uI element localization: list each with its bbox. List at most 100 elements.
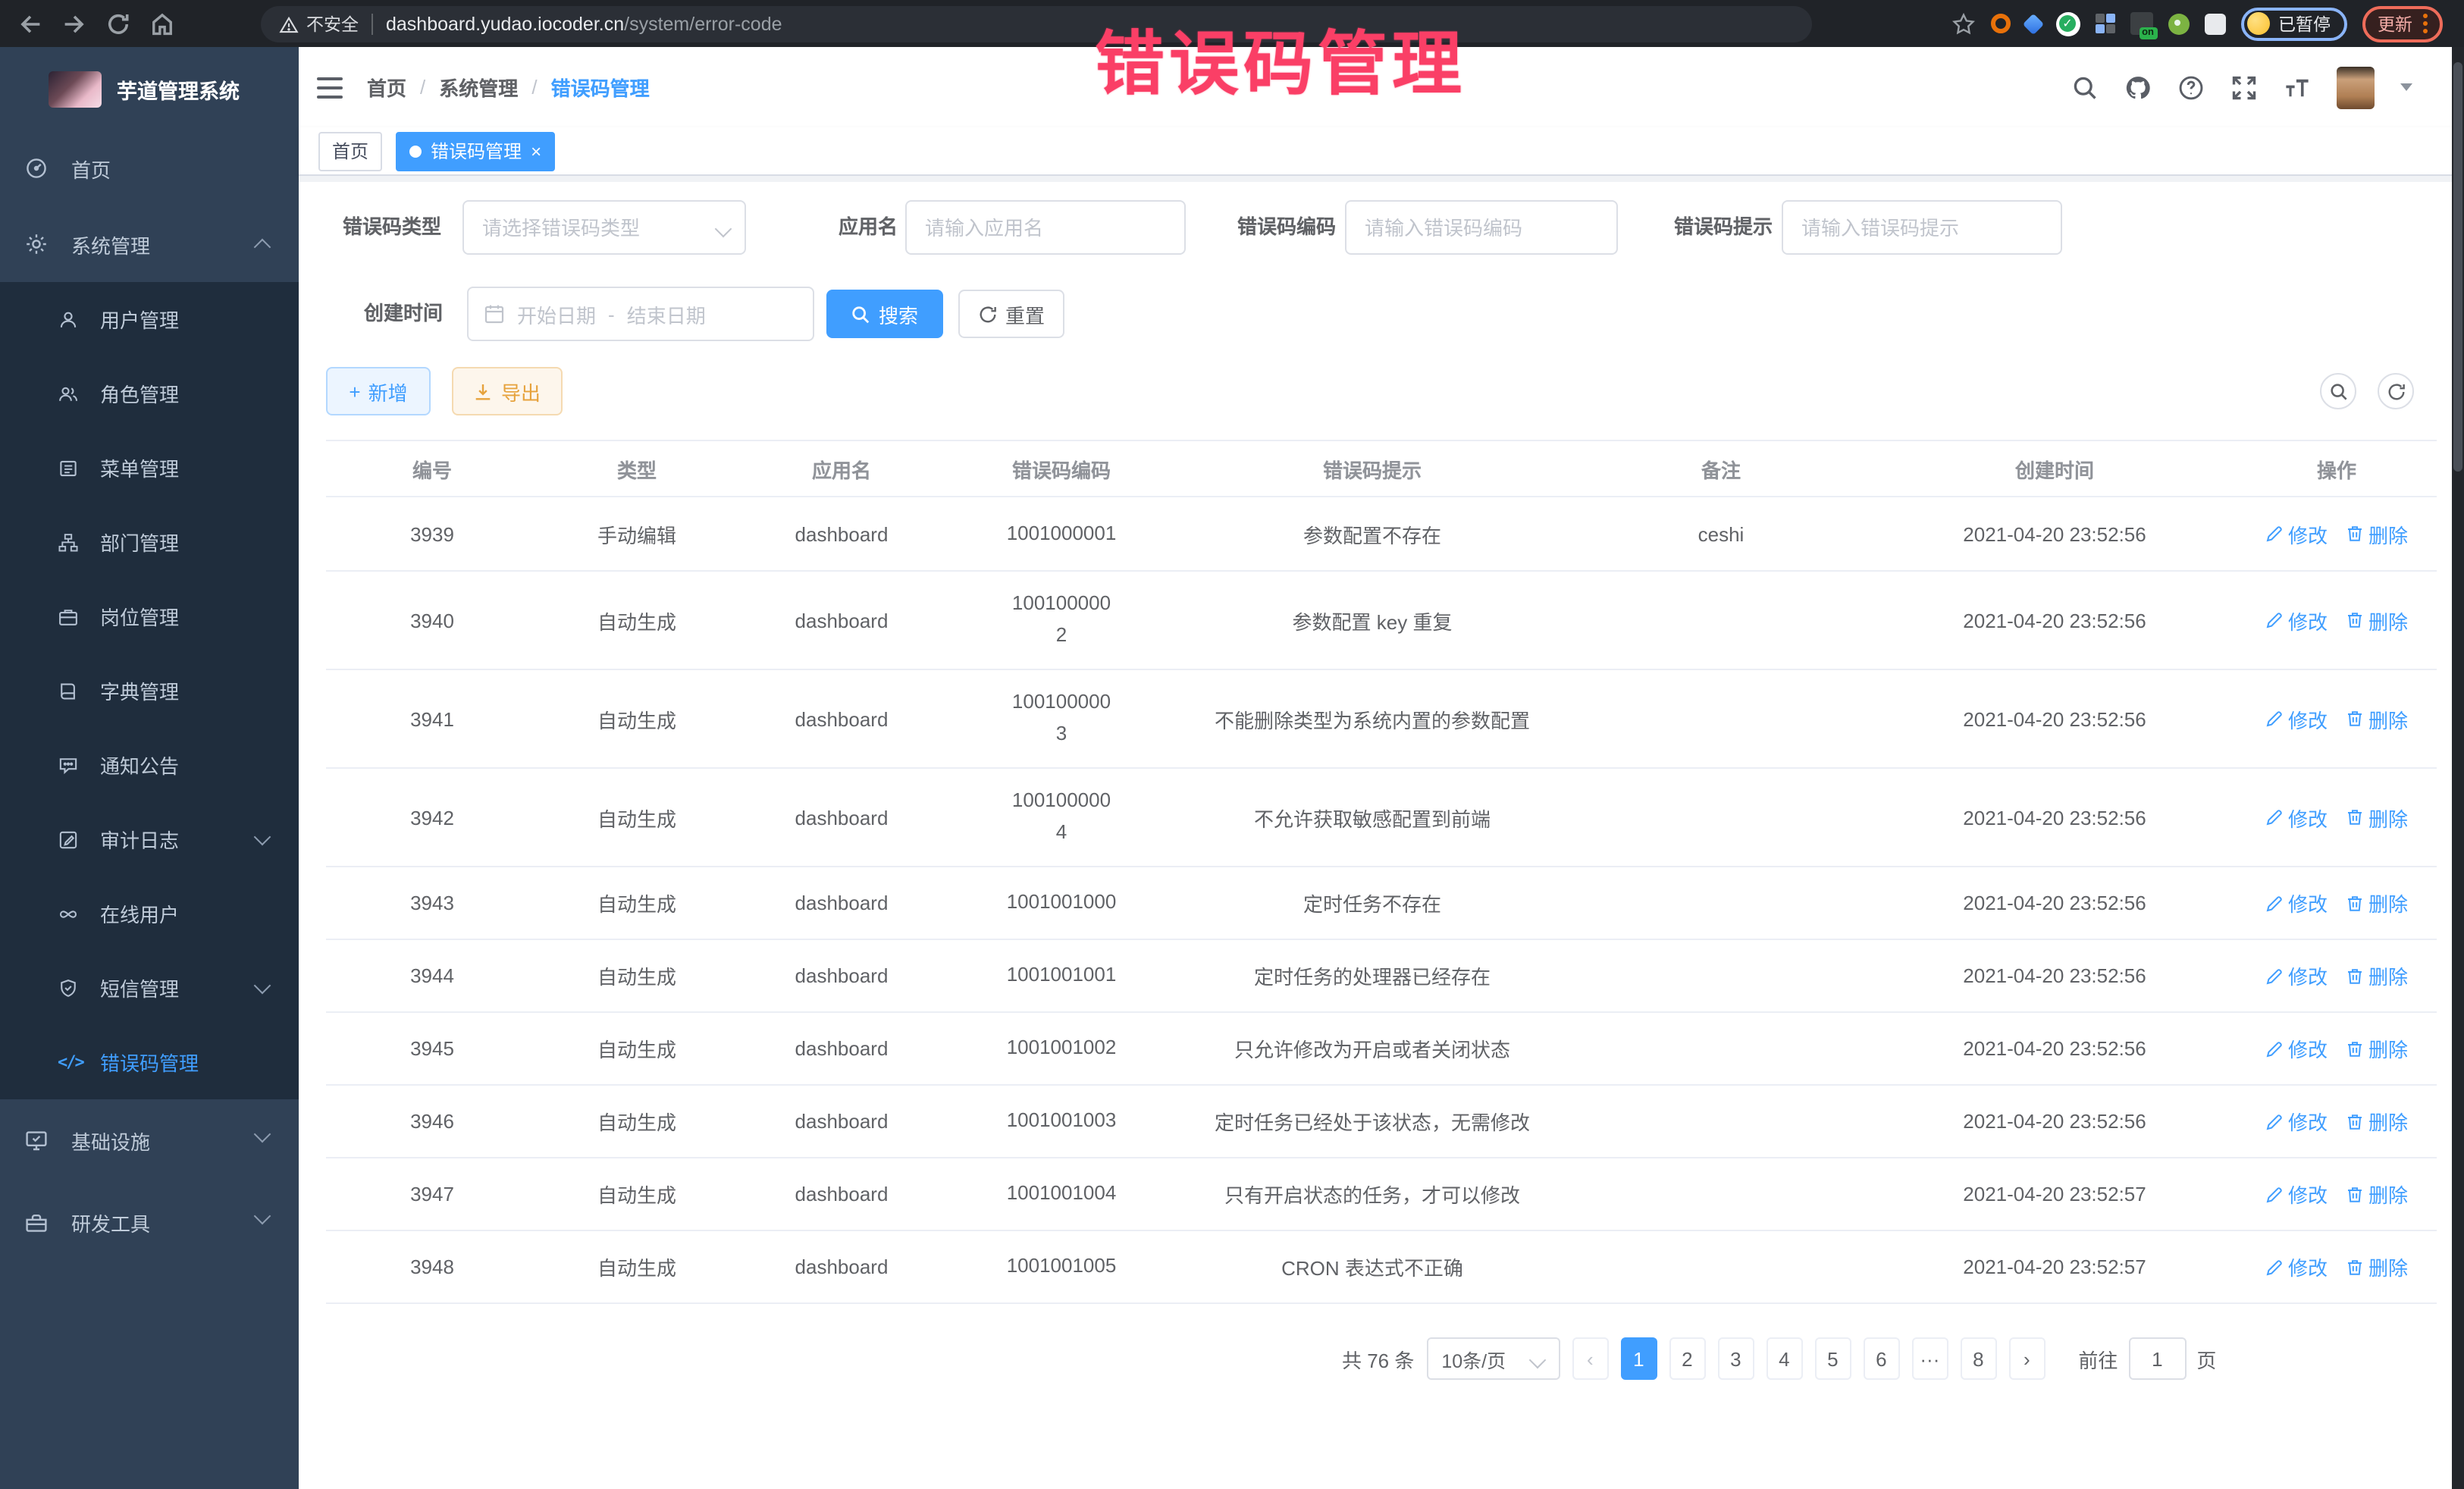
app-logo[interactable]: 芋道管理系统 bbox=[0, 47, 299, 130]
edit-link[interactable]: 修改 bbox=[2265, 889, 2328, 917]
error-code-field[interactable] bbox=[1345, 200, 1618, 255]
extension-icon[interactable] bbox=[2095, 14, 2114, 33]
edit-link[interactable]: 修改 bbox=[2265, 1034, 2328, 1063]
fullscreen-icon[interactable] bbox=[2230, 74, 2258, 101]
page-button-2[interactable]: 2 bbox=[1669, 1337, 1705, 1380]
delete-link[interactable]: 删除 bbox=[2346, 1107, 2408, 1136]
page-button-4[interactable]: 4 bbox=[1766, 1337, 1802, 1380]
add-button[interactable]: + 新增 bbox=[326, 367, 431, 415]
font-size-icon[interactable] bbox=[2284, 74, 2311, 101]
delete-link[interactable]: 删除 bbox=[2346, 606, 2408, 635]
error-msg-input[interactable] bbox=[1783, 216, 2061, 239]
page-button-5[interactable]: 5 bbox=[1814, 1337, 1851, 1380]
sidebar-item-infra[interactable]: 基础设施 bbox=[0, 1099, 299, 1181]
next-page-button[interactable]: › bbox=[2008, 1337, 2045, 1380]
avatar-caret-icon[interactable] bbox=[2400, 83, 2412, 91]
sidebar-item-menus[interactable]: 菜单管理 bbox=[0, 431, 299, 505]
delete-link[interactable]: 删除 bbox=[2346, 1180, 2408, 1208]
sidebar-item-departments[interactable]: 部门管理 bbox=[0, 505, 299, 579]
reset-button[interactable]: 重置 bbox=[958, 290, 1064, 338]
browser-update-button[interactable]: 更新 bbox=[2362, 5, 2443, 42]
delete-link[interactable]: 删除 bbox=[2346, 704, 2408, 733]
app-name-input[interactable] bbox=[907, 216, 1184, 239]
sidebar-item-home[interactable]: 首页 bbox=[0, 130, 299, 206]
breadcrumb-system[interactable]: 系统管理 bbox=[439, 73, 518, 102]
extension-icon[interactable]: ✓ bbox=[2055, 11, 2080, 36]
refresh-table-button[interactable] bbox=[2378, 373, 2414, 409]
edit-link[interactable]: 修改 bbox=[2265, 519, 2328, 548]
search-button[interactable]: 搜索 bbox=[826, 290, 943, 338]
sidebar-item-dict[interactable]: 字典管理 bbox=[0, 654, 299, 728]
page-scrollbar[interactable] bbox=[2452, 47, 2464, 1489]
delete-link[interactable]: 删除 bbox=[2346, 803, 2408, 832]
bookmark-star-icon[interactable] bbox=[1951, 11, 1975, 36]
help-icon[interactable] bbox=[2177, 74, 2205, 101]
tab-error-code[interactable]: 错误码管理 × bbox=[396, 131, 555, 171]
edit-link[interactable]: 修改 bbox=[2265, 803, 2328, 832]
sidebar-item-system[interactable]: 系统管理 bbox=[0, 206, 299, 282]
page-size-select[interactable]: 10条/页 bbox=[1426, 1337, 1560, 1380]
sidebar-item-posts[interactable]: 岗位管理 bbox=[0, 579, 299, 654]
edit-link[interactable]: 修改 bbox=[2265, 961, 2328, 990]
page-ellipsis[interactable]: ··· bbox=[1911, 1337, 1948, 1380]
export-button[interactable]: 导出 bbox=[452, 367, 563, 415]
tab-home[interactable]: 首页 bbox=[318, 131, 382, 171]
extension-icon[interactable]: on bbox=[2130, 12, 2152, 35]
github-icon[interactable] bbox=[2124, 74, 2152, 101]
end-date-placeholder[interactable]: 结束日期 bbox=[627, 299, 706, 328]
edit-link[interactable]: 修改 bbox=[2265, 1252, 2328, 1281]
user-avatar[interactable] bbox=[2337, 66, 2375, 108]
extensions-puzzle-icon[interactable] bbox=[2204, 13, 2225, 34]
delete-link[interactable]: 删除 bbox=[2346, 1034, 2408, 1063]
edit-link[interactable]: 修改 bbox=[2265, 1107, 2328, 1136]
delete-link[interactable]: 删除 bbox=[2346, 889, 2408, 917]
goto-page-input[interactable] bbox=[2128, 1337, 2186, 1380]
forward-icon[interactable] bbox=[61, 10, 88, 37]
edit-link[interactable]: 修改 bbox=[2265, 1180, 2328, 1208]
sidebar-item-users[interactable]: 用户管理 bbox=[0, 282, 299, 356]
error-type-select-input[interactable] bbox=[464, 216, 745, 239]
sidebar-item-roles[interactable]: 角色管理 bbox=[0, 356, 299, 431]
delete-link[interactable]: 删除 bbox=[2346, 519, 2408, 548]
date-range-picker[interactable]: 开始日期 - 结束日期 bbox=[467, 287, 814, 341]
extension-icon[interactable] bbox=[2022, 13, 2043, 34]
page-button-1[interactable]: 1 bbox=[1620, 1337, 1657, 1380]
page-button-8[interactable]: 8 bbox=[1960, 1337, 1996, 1380]
back-icon[interactable] bbox=[17, 10, 44, 37]
delete-link[interactable]: 删除 bbox=[2346, 961, 2408, 990]
sidebar-item-dev-tools[interactable]: 研发工具 bbox=[0, 1181, 299, 1263]
app-name-field[interactable] bbox=[905, 200, 1186, 255]
error-type-select[interactable] bbox=[462, 200, 746, 255]
sidebar-item-audit-log[interactable]: 审计日志 bbox=[0, 802, 299, 876]
table-header-row: 编号 类型 应用名 错误码编码 错误码提示 备注 创建时间 操作 bbox=[326, 440, 2437, 497]
reload-icon[interactable] bbox=[105, 10, 132, 37]
home-icon[interactable] bbox=[149, 10, 176, 37]
extension-icon[interactable] bbox=[2168, 13, 2189, 34]
start-date-placeholder[interactable]: 开始日期 bbox=[517, 299, 596, 328]
profile-chip[interactable]: 已暂停 bbox=[2240, 7, 2347, 40]
search-icon[interactable] bbox=[2071, 74, 2099, 101]
page-button-3[interactable]: 3 bbox=[1717, 1337, 1754, 1380]
error-code-input[interactable] bbox=[1346, 216, 1616, 239]
sidebar-item-sms[interactable]: 短信管理 bbox=[0, 951, 299, 1025]
address-bar[interactable]: 不安全 dashboard.yudao.iocoder.cn/system/er… bbox=[261, 6, 1812, 42]
breadcrumb-home[interactable]: 首页 bbox=[367, 73, 406, 102]
delete-link[interactable]: 删除 bbox=[2346, 1252, 2408, 1281]
sidebar-item-notice[interactable]: 通知公告 bbox=[0, 728, 299, 802]
error-msg-field[interactable] bbox=[1782, 200, 2062, 255]
sidebar-item-online-users[interactable]: 在线用户 bbox=[0, 876, 299, 951]
scrollbar-thumb[interactable] bbox=[2453, 62, 2462, 472]
extension-icon[interactable] bbox=[1990, 14, 2010, 33]
page-button-6[interactable]: 6 bbox=[1863, 1337, 1899, 1380]
edit-link[interactable]: 修改 bbox=[2265, 606, 2328, 635]
show-search-button[interactable] bbox=[2320, 373, 2356, 409]
sidebar-item-error-code[interactable]: </> 错误码管理 bbox=[0, 1025, 299, 1099]
hamburger-icon[interactable] bbox=[317, 77, 343, 98]
close-icon[interactable]: × bbox=[531, 142, 541, 160]
column-header: 操作 bbox=[2237, 448, 2437, 489]
browser-menu-icon[interactable] bbox=[2423, 14, 2428, 33]
security-label[interactable]: 不安全 bbox=[306, 12, 359, 36]
prev-page-button[interactable]: ‹ bbox=[1572, 1337, 1608, 1380]
cell-msg: 参数配置 key 重复 bbox=[1175, 600, 1569, 641]
edit-link[interactable]: 修改 bbox=[2265, 704, 2328, 733]
